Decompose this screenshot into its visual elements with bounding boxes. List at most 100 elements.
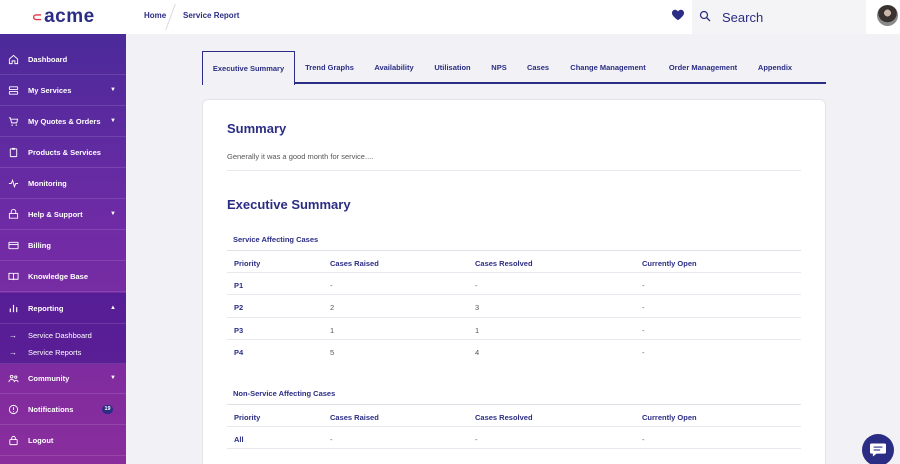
priority-cell: P1 bbox=[234, 280, 244, 290]
acme-logo[interactable]: ⊂ acme bbox=[32, 6, 95, 28]
divider bbox=[227, 170, 801, 171]
support-icon bbox=[8, 208, 19, 219]
logo-text: acme bbox=[44, 6, 95, 27]
open-cell: - bbox=[642, 325, 645, 335]
sidebar-item-knowledge-base[interactable]: Knowledge Base bbox=[0, 261, 126, 292]
chevron-down-icon: ▼ bbox=[110, 211, 116, 217]
sidebar-item-help-support[interactable]: Help & Support ▼ bbox=[0, 199, 126, 230]
table-row: P4 5 4 - bbox=[227, 340, 801, 363]
executive-summary-heading: Executive Summary bbox=[227, 197, 351, 212]
chevron-down-icon: ▼ bbox=[110, 118, 116, 124]
sidebar-item-reporting[interactable]: Reporting ▲ bbox=[0, 293, 126, 324]
raised-cell: - bbox=[330, 280, 333, 290]
raised-cell: 1 bbox=[330, 325, 335, 335]
sidebar-item-label: Monitoring bbox=[28, 178, 67, 188]
sidebar-item-logout[interactable]: Logout bbox=[0, 425, 126, 456]
heart-icon[interactable] bbox=[671, 8, 685, 22]
open-cell: - bbox=[642, 348, 645, 357]
sidebar-item-products-services[interactable]: Products & Services bbox=[0, 137, 126, 168]
search-icon[interactable] bbox=[699, 10, 711, 22]
tab-utilisation[interactable]: Utilisation bbox=[426, 51, 479, 84]
sidebar-item-monitoring[interactable]: Monitoring bbox=[0, 168, 126, 199]
non-service-affecting-title: Non-Service Affecting Cases bbox=[233, 389, 336, 398]
sidebar-item-quotes-orders[interactable]: My Quotes & Orders ▼ bbox=[0, 106, 126, 137]
sidebar-item-dashboard[interactable]: Dashboard bbox=[0, 44, 126, 75]
table-row: P3 1 1 - bbox=[227, 318, 801, 340]
sidebar-item-label: My Services bbox=[28, 85, 72, 95]
sidebar-item-label: Community bbox=[28, 373, 70, 383]
column-header: Currently Open bbox=[642, 259, 697, 268]
home-icon bbox=[8, 54, 19, 64]
sidebar-item-label: My Quotes & Orders bbox=[28, 116, 101, 126]
chat-button[interactable] bbox=[862, 434, 894, 464]
card-icon bbox=[8, 241, 19, 249]
submenu-item-label: Service Reports bbox=[28, 347, 82, 357]
cart-icon bbox=[8, 116, 19, 126]
bell-icon bbox=[8, 404, 19, 414]
tab-nps[interactable]: NPS bbox=[483, 51, 515, 84]
submenu-item-service-reports[interactable]: → Service Reports bbox=[0, 344, 126, 360]
table-row: P2 2 3 - bbox=[227, 295, 801, 318]
reporting-submenu: → Service Dashboard → Service Reports bbox=[0, 324, 126, 364]
sidebar-item-notifications[interactable]: Notifications 19 bbox=[0, 394, 126, 425]
sidebar-item-label: Billing bbox=[28, 240, 51, 250]
tab-change-management[interactable]: Change Management bbox=[561, 51, 655, 84]
resolved-cell: 3 bbox=[475, 303, 480, 312]
raised-cell: 5 bbox=[330, 348, 335, 357]
raised-cell: 2 bbox=[330, 303, 335, 312]
table-header-row: Priority Cases Raised Cases Resolved Cur… bbox=[227, 250, 801, 273]
column-header: Cases Raised bbox=[330, 413, 379, 422]
sidebar-item-community[interactable]: Community ▼ bbox=[0, 363, 126, 394]
sidebar-item-billing[interactable]: Billing bbox=[0, 230, 126, 261]
breadcrumb-home[interactable]: Home bbox=[144, 11, 166, 20]
service-affecting-table: Priority Cases Raised Cases Resolved Cur… bbox=[227, 250, 801, 363]
logo-mark-icon: ⊂ bbox=[32, 10, 43, 24]
sidebar-item-label: Reporting bbox=[28, 303, 64, 313]
column-header: Cases Resolved bbox=[475, 413, 533, 422]
column-header: Cases Resolved bbox=[475, 259, 533, 268]
submenu-item-service-dashboard[interactable]: → Service Dashboard bbox=[0, 327, 126, 343]
top-header: ⊂ acme Home Service Report bbox=[0, 0, 900, 34]
open-cell: - bbox=[642, 303, 645, 312]
sidebar-item-my-services[interactable]: My Services ▼ bbox=[0, 75, 126, 106]
sidebar-item-label: Help & Support bbox=[28, 209, 83, 219]
tab-appendix[interactable]: Appendix bbox=[751, 51, 799, 84]
tab-trend-graphs[interactable]: Trend Graphs bbox=[297, 51, 362, 84]
summary-heading: Summary bbox=[227, 121, 287, 136]
priority-cell: P3 bbox=[234, 325, 244, 335]
search-input[interactable] bbox=[722, 7, 852, 27]
pulse-icon bbox=[8, 178, 19, 188]
column-header: Priority bbox=[234, 259, 261, 268]
breadcrumb-separator bbox=[165, 4, 176, 30]
clipboard-icon bbox=[9, 147, 18, 157]
open-cell: - bbox=[642, 434, 645, 444]
tab-order-management[interactable]: Order Management bbox=[659, 51, 747, 84]
sidebar-item-label: Dashboard bbox=[28, 54, 68, 64]
book-icon bbox=[8, 272, 19, 280]
arrow-right-icon: → bbox=[9, 347, 17, 357]
tab-executive-summary[interactable]: Executive Summary bbox=[202, 51, 295, 85]
bar-chart-icon bbox=[9, 304, 18, 312]
sidebar-item-label: Logout bbox=[28, 435, 54, 445]
chevron-down-icon: ▼ bbox=[110, 375, 116, 381]
lock-icon bbox=[9, 435, 18, 445]
column-header: Priority bbox=[234, 413, 261, 422]
priority-cell: P2 bbox=[234, 303, 244, 312]
sidebar-item-label: Knowledge Base bbox=[28, 271, 89, 281]
sidebar-item-label: Products & Services bbox=[28, 147, 101, 157]
priority-cell: P4 bbox=[234, 348, 244, 357]
tab-availability[interactable]: Availability bbox=[364, 51, 424, 84]
resolved-cell: - bbox=[475, 434, 478, 444]
sidebar-item-label: Notifications bbox=[28, 404, 74, 414]
table-header-row: Priority Cases Raised Cases Resolved Cur… bbox=[227, 404, 801, 427]
open-cell: - bbox=[642, 280, 645, 290]
submenu-item-label: Service Dashboard bbox=[28, 330, 92, 340]
tab-cases[interactable]: Cases bbox=[519, 51, 557, 84]
arrow-right-icon: → bbox=[9, 330, 17, 340]
chevron-down-icon: ▼ bbox=[110, 87, 116, 93]
summary-text: Generally it was a good month for servic… bbox=[227, 152, 374, 161]
table-row: All - - - bbox=[227, 427, 801, 449]
service-affecting-title: Service Affecting Cases bbox=[233, 235, 319, 244]
user-avatar[interactable] bbox=[877, 5, 898, 26]
server-icon bbox=[8, 85, 19, 95]
